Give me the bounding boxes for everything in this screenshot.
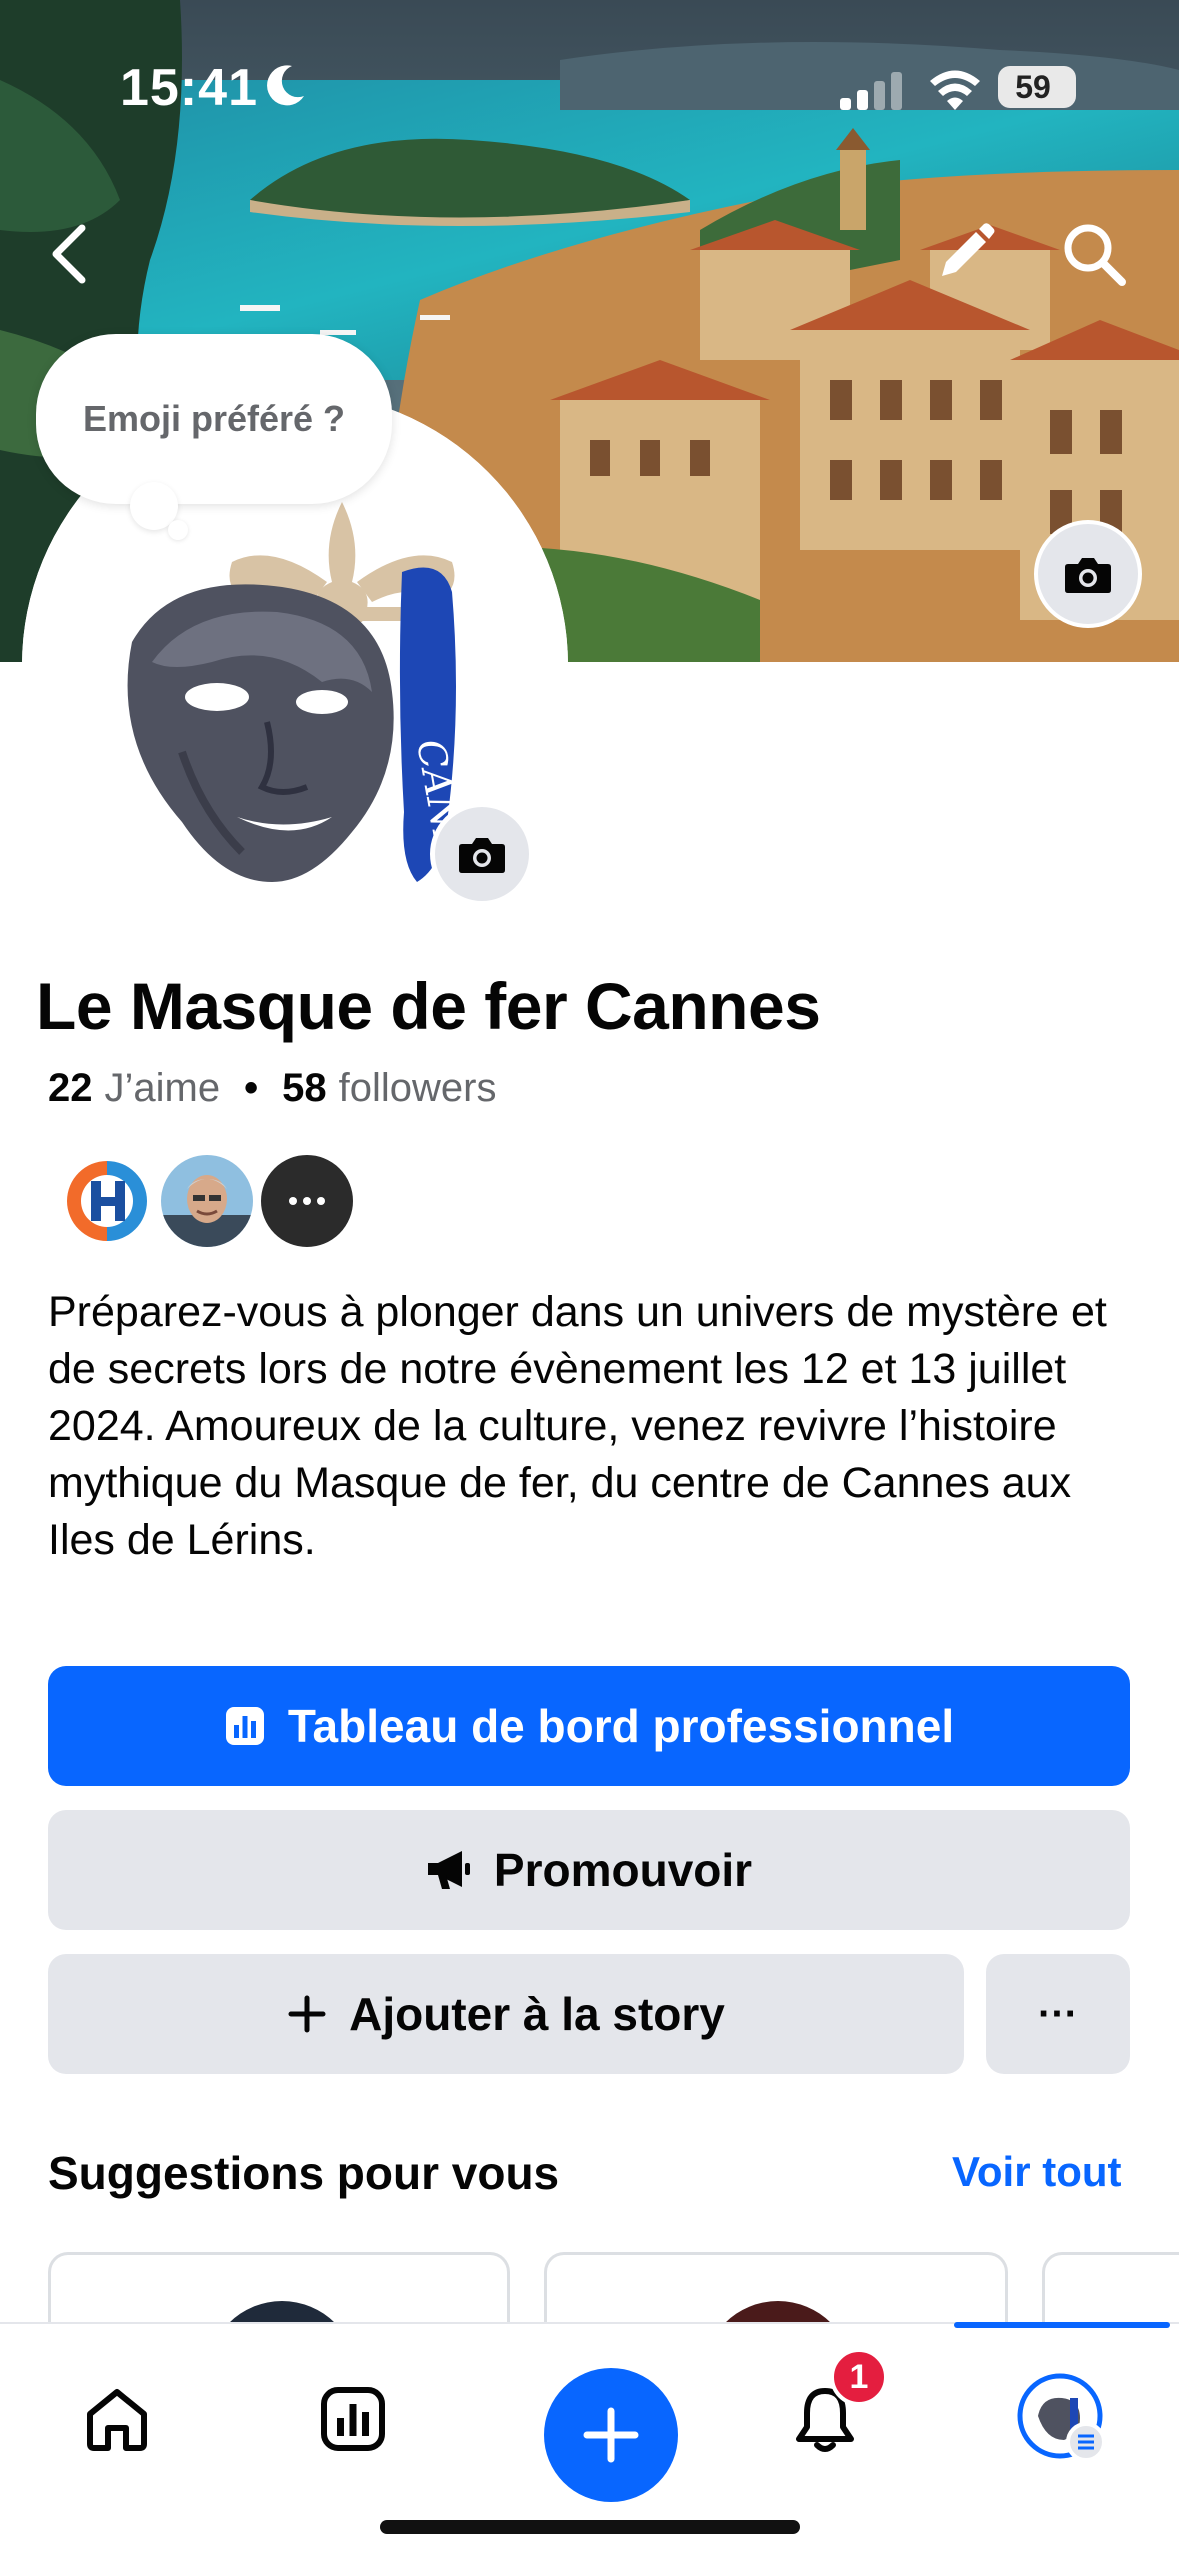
tab-home[interactable] bbox=[72, 2374, 162, 2464]
battery-level: 59 bbox=[1015, 69, 1051, 105]
status-bar: 15:41 59 bbox=[0, 0, 1179, 150]
create-button[interactable] bbox=[544, 2368, 678, 2502]
bottom-tab-bar: 1 bbox=[0, 2322, 1179, 2556]
promote-button[interactable]: Promouvoir bbox=[48, 1810, 1130, 1930]
stats-separator: • bbox=[244, 1066, 259, 1110]
insights-icon bbox=[321, 2387, 385, 2451]
add-story-label: Ajouter à la story bbox=[349, 1988, 725, 2040]
promote-label: Promouvoir bbox=[493, 1844, 753, 1896]
followers-avatars[interactable] bbox=[58, 1152, 358, 1252]
dashboard-label: Tableau de bord professionnel bbox=[287, 1700, 955, 1752]
megaphone-icon bbox=[426, 1849, 472, 1891]
see-all-link[interactable]: Voir tout bbox=[952, 2148, 1122, 2196]
tab-profile[interactable] bbox=[1014, 2370, 1110, 2466]
follower-avatar-logo[interactable] bbox=[58, 1152, 156, 1250]
notification-badge: 1 bbox=[830, 2348, 888, 2406]
follower-avatar-person[interactable] bbox=[158, 1152, 256, 1250]
search-icon[interactable] bbox=[1060, 220, 1128, 288]
page-stats[interactable]: 22 J’aime • 58 followers bbox=[48, 1066, 496, 1111]
professional-dashboard-button[interactable]: Tableau de bord professionnel bbox=[48, 1666, 1130, 1786]
followers-label: followers bbox=[338, 1066, 497, 1110]
add-to-story-button[interactable]: Ajouter à la story bbox=[48, 1954, 964, 2074]
pencil-icon[interactable] bbox=[934, 222, 996, 284]
emoji-prompt-text: Emoji préféré ? bbox=[82, 398, 346, 439]
camera-icon bbox=[1065, 558, 1111, 593]
cover-camera-button[interactable] bbox=[1034, 520, 1142, 628]
battery-icon: 59 bbox=[998, 66, 1076, 108]
profile-camera-button[interactable] bbox=[430, 802, 534, 906]
more-icon bbox=[289, 1197, 325, 1205]
tab-insights[interactable] bbox=[308, 2374, 398, 2464]
more-followers-button[interactable] bbox=[258, 1152, 356, 1250]
page-title: Le Masque de fer Cannes bbox=[36, 969, 821, 1043]
suggestions-title: Suggestions pour vous bbox=[48, 2147, 560, 2199]
likes-count: 22 bbox=[48, 1066, 93, 1110]
home-icon bbox=[87, 2389, 147, 2451]
plus-icon bbox=[287, 1994, 327, 2034]
page-bio: Préparez-vous à plonger dans un univers … bbox=[48, 1288, 1107, 1564]
active-tab-indicator bbox=[954, 2322, 1170, 2328]
plus-icon bbox=[583, 2407, 639, 2463]
cellular-signal-icon bbox=[840, 72, 902, 110]
back-arrow-icon[interactable] bbox=[40, 218, 100, 290]
home-indicator bbox=[380, 2520, 800, 2534]
more-options-button[interactable]: ··· bbox=[986, 1954, 1130, 2074]
likes-label: J’aime bbox=[104, 1066, 221, 1110]
followers-count: 58 bbox=[282, 1066, 327, 1110]
profile-avatar-icon bbox=[1017, 2373, 1106, 2462]
more-options-label: ··· bbox=[1038, 1991, 1078, 2036]
wifi-icon bbox=[930, 70, 980, 110]
emoji-prompt-bubble[interactable]: Emoji préféré ? bbox=[36, 334, 392, 504]
camera-icon bbox=[459, 838, 505, 873]
status-time: 15:41 bbox=[120, 59, 258, 117]
dashboard-icon bbox=[224, 1705, 266, 1747]
bubble-tail-dot-small bbox=[168, 520, 188, 540]
moon-icon bbox=[267, 65, 304, 106]
